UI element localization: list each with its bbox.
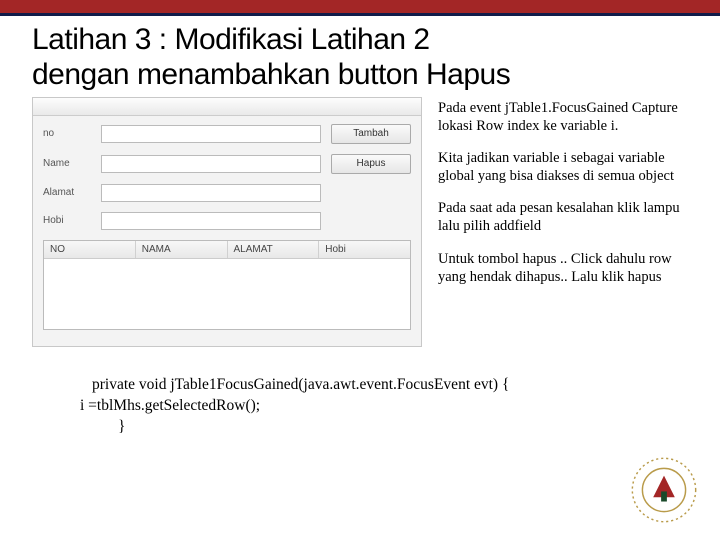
row-name: Name Hapus: [43, 154, 411, 174]
th-hobi: Hobi: [319, 241, 410, 258]
th-nama: NAMA: [136, 241, 228, 258]
input-hobi[interactable]: [101, 212, 321, 230]
input-name[interactable]: [101, 155, 321, 173]
th-alamat: ALAMAT: [228, 241, 320, 258]
label-no: no: [43, 128, 91, 139]
data-table[interactable]: NO NAMA ALAMAT Hobi: [43, 240, 411, 330]
form-area: no Tambah Name Hapus Alamat Hobi: [33, 116, 421, 230]
explain-p3: Pada saat ada pesan kesalahan klik lampu…: [438, 199, 688, 235]
code-snippet: private void jTable1FocusGained(java.awt…: [78, 375, 688, 438]
explain-p1: Pada event jTable1.FocusGained Capture l…: [438, 99, 688, 135]
table-body[interactable]: [44, 259, 410, 329]
hapus-button[interactable]: Hapus: [331, 154, 411, 174]
input-alamat[interactable]: [101, 184, 321, 202]
code-line-2: i =tblMhs.getSelectedRow();: [80, 396, 688, 417]
tambah-button[interactable]: Tambah: [331, 124, 411, 144]
explain-p2: Kita jadikan variable i sebagai variable…: [438, 149, 688, 185]
th-no: NO: [44, 241, 136, 258]
table-header: NO NAMA ALAMAT Hobi: [44, 241, 410, 259]
row-no: no Tambah: [43, 124, 411, 144]
explain-p4: Untuk tombol hapus .. Click dahulu row y…: [438, 250, 688, 286]
code-line-1: private void jTable1FocusGained(java.awt…: [92, 375, 688, 396]
app-window: no Tambah Name Hapus Alamat Hobi: [32, 97, 422, 347]
slide-content: Latihan 3 : Modifikasi Latihan 2 dengan …: [0, 16, 720, 438]
page-title: Latihan 3 : Modifikasi Latihan 2 dengan …: [32, 22, 688, 93]
app-titlebar: [33, 98, 421, 116]
label-hobi: Hobi: [43, 215, 91, 226]
title-line-1: Latihan 3 : Modifikasi Latihan 2: [32, 23, 430, 56]
label-name: Name: [43, 158, 91, 169]
slide-accent-bar: [0, 0, 720, 16]
row-alamat: Alamat: [43, 184, 411, 202]
content-row: no Tambah Name Hapus Alamat Hobi: [32, 97, 688, 347]
explanation: Pada event jTable1.FocusGained Capture l…: [438, 97, 688, 347]
university-logo: [628, 454, 700, 526]
code-line-3: }: [118, 417, 688, 438]
input-no[interactable]: [101, 125, 321, 143]
title-line-2: dengan menambahkan button Hapus: [32, 58, 510, 91]
label-alamat: Alamat: [43, 187, 91, 198]
row-hobi: Hobi: [43, 212, 411, 230]
